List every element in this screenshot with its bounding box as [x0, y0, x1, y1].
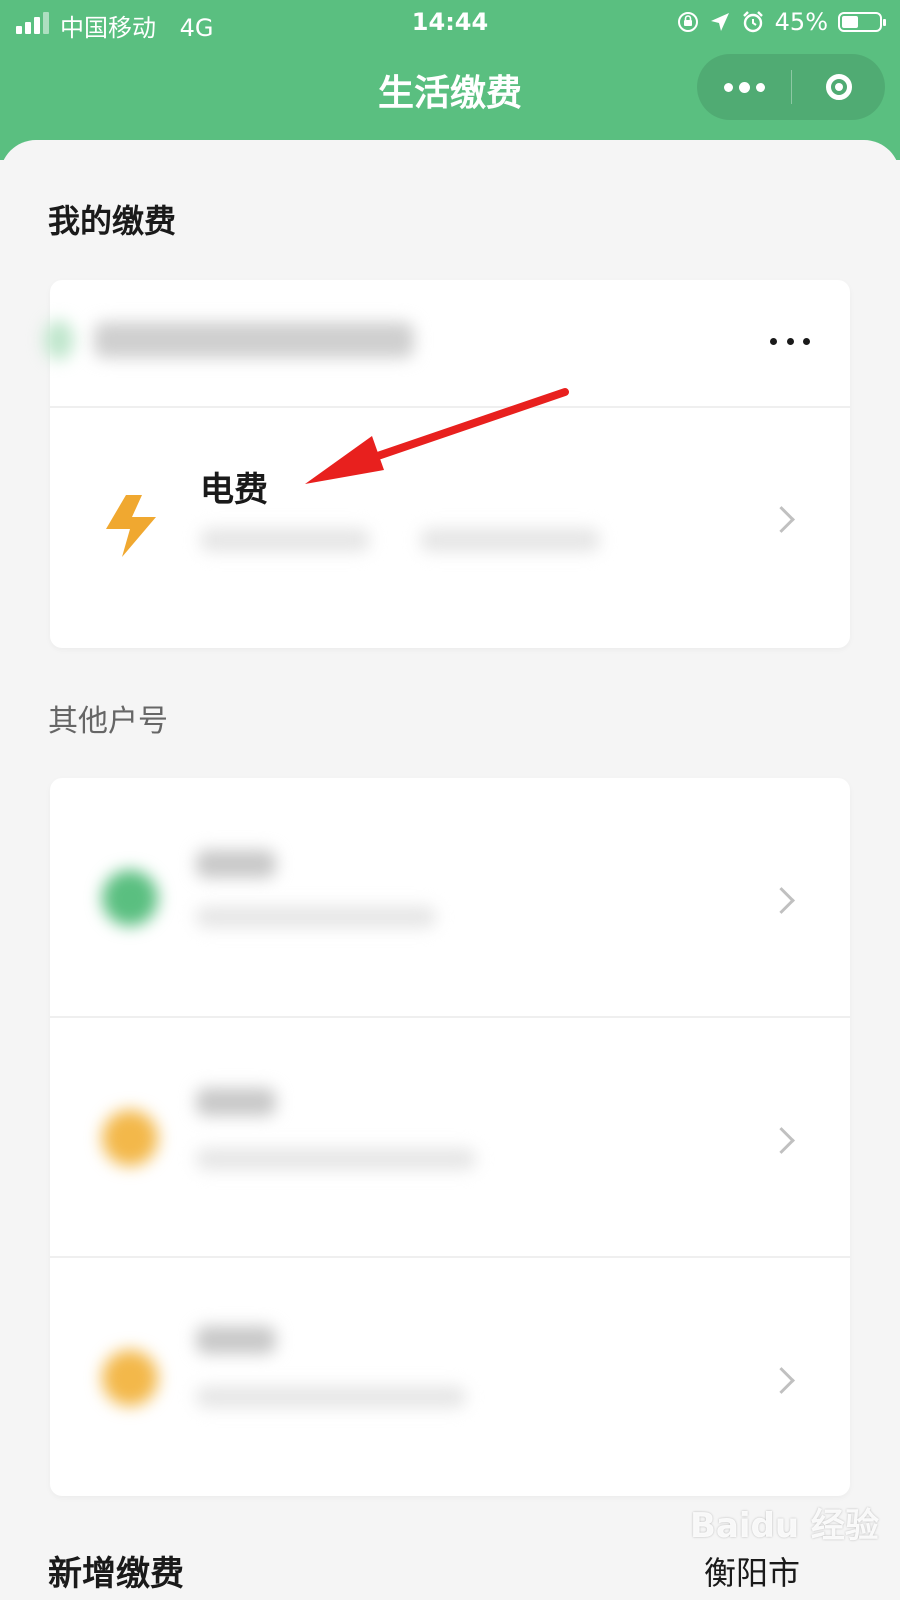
list-item[interactable]: [50, 1018, 850, 1256]
city-selector[interactable]: 衡阳市: [704, 1548, 800, 1594]
mini-program-capsule: [697, 54, 885, 120]
other-accounts-title: 其他户号: [48, 704, 168, 739]
watermark: Baidu 经验: [690, 1506, 879, 1546]
alarm-clock-icon: [742, 11, 763, 33]
rotation-lock-icon: [677, 12, 698, 32]
item-detail-blurred: [196, 1148, 476, 1170]
list-item[interactable]: [50, 1258, 850, 1496]
list-item[interactable]: [50, 778, 850, 1016]
address-blurred: [420, 528, 600, 552]
chevron-right-icon: [768, 506, 795, 533]
payment-item-name: 电费: [200, 470, 268, 510]
chevron-right-icon: [768, 1127, 795, 1154]
account-icon-blurred: [102, 1110, 158, 1166]
status-bar: 中国移动 4G 14:44 45%: [0, 0, 900, 46]
my-payments-card: 电费: [44, 280, 850, 648]
payment-item-electricity[interactable]: 电费: [50, 408, 850, 648]
my-payments-title: 我的缴费: [48, 202, 177, 240]
more-dots-icon[interactable]: [697, 54, 791, 120]
more-options-icon[interactable]: [770, 336, 810, 346]
account-icon-blurred: [44, 320, 74, 360]
status-indicators: 45%: [677, 8, 886, 36]
other-accounts-card: [50, 778, 850, 1496]
target-circle-icon[interactable]: [792, 54, 885, 120]
battery-level: [842, 16, 859, 28]
item-detail-blurred: [196, 906, 436, 928]
account-icon-blurred: [102, 870, 158, 926]
chevron-right-icon: [768, 1367, 795, 1394]
account-number-blurred: [200, 528, 370, 552]
item-name-blurred: [196, 1088, 276, 1116]
location-arrow-icon: [710, 13, 729, 31]
chevron-right-icon: [768, 887, 795, 914]
lightning-bolt-icon: [106, 495, 156, 557]
item-name-blurred: [196, 1326, 276, 1354]
account-name-blurred: [94, 322, 414, 358]
item-name-blurred: [196, 850, 276, 878]
battery-icon: [838, 12, 886, 32]
new-payment-title: 新增缴费: [48, 1554, 184, 1594]
battery-percent: 45%: [774, 8, 828, 36]
item-detail-blurred: [196, 1386, 466, 1408]
account-icon-blurred: [102, 1350, 158, 1406]
